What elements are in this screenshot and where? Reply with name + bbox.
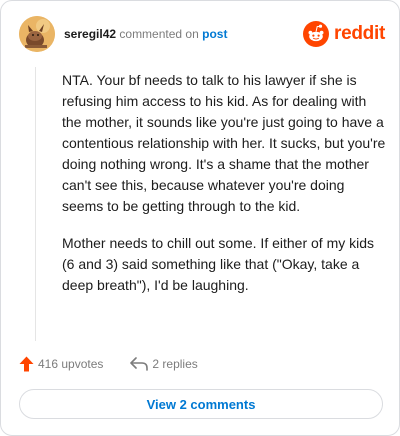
view-comments-button[interactable]: View 2 comments — [19, 389, 383, 419]
replies-count: 2 replies — [152, 357, 198, 371]
comment-card: seregil42 commented on post reddit NTA. … — [0, 0, 400, 436]
comment-header: seregil42 commented on post reddit — [19, 16, 385, 52]
reddit-brand[interactable]: reddit — [303, 20, 385, 48]
upvote-button[interactable]: 416 upvotes — [19, 356, 103, 372]
upvote-arrow-icon — [19, 356, 34, 372]
comment-actions: 416 upvotes 2 replies — [19, 354, 385, 374]
avatar-image — [19, 16, 55, 52]
reddit-logo-icon — [303, 21, 330, 47]
reddit-wordmark: reddit — [334, 23, 385, 44]
reply-arrow-icon — [130, 357, 149, 371]
post-link[interactable]: post — [202, 27, 227, 41]
comment-paragraph: NTA. Your bf needs to talk to his lawyer… — [62, 72, 386, 214]
replies-button[interactable]: 2 replies — [130, 357, 198, 371]
user-avatar[interactable] — [19, 16, 55, 52]
comment-meta: seregil42 commented on post — [64, 26, 227, 42]
username-link[interactable]: seregil42 — [64, 27, 116, 41]
thread-line — [35, 67, 36, 341]
upvote-count: 416 upvotes — [38, 357, 104, 371]
commented-on-text: commented on — [119, 27, 199, 41]
comment-body: NTA. Your bf needs to talk to his lawyer… — [62, 70, 388, 312]
comment-paragraph: Mother needs to chill out some. If eithe… — [62, 235, 375, 293]
